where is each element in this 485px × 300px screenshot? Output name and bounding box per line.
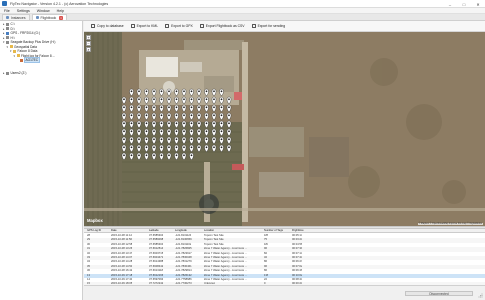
tree-item-label: Flight log for Falcon 8 ... (21, 53, 56, 58)
flightbook-icon (35, 16, 39, 19)
tree-item-label: GPS - FRP2014 (G:) (10, 31, 40, 35)
tree-item[interactable]: AG17EC (17, 57, 41, 63)
status-bar: Disconnected (84, 285, 485, 300)
tree-item[interactable]: ▸ H:\ (3, 36, 15, 40)
mapbox-logo: Mapbox (87, 218, 103, 223)
column-header[interactable]: Flighttime (292, 229, 304, 233)
tree-item-label: H:\ (10, 35, 15, 40)
copy-to-database-label: Copy to database (97, 24, 124, 28)
tree-item[interactable]: ▾ Seagate Backup Plus Drive (H:) (3, 40, 56, 44)
tree-item-label: D:\ (10, 26, 15, 31)
tree-item[interactable]: ▾ Flight log for Falcon 8 ... (14, 54, 56, 58)
maximize-button[interactable]: □ (457, 0, 471, 8)
tree-item-label: Falcon 8 Data (17, 49, 38, 53)
tree-item[interactable]: ▸ GPS - FRP2014 (G:) (3, 31, 40, 35)
window-controls: – □ ✕ (443, 0, 485, 8)
log-icon (20, 58, 23, 62)
gpx-export-icon (165, 24, 170, 28)
export-gpx-button[interactable]: Export to GPX (165, 24, 193, 28)
table-header: GPS Log ID Date Latitude Longitude Location N… (84, 229, 485, 234)
flightbook-table: GPS Log ID Date Latitude Longitude Location N… (84, 229, 485, 285)
map-search-icon[interactable]: ⌕ (86, 47, 91, 52)
tree-item[interactable]: ▸ D:\ (3, 27, 15, 31)
tree-item-label: C:\ (10, 22, 15, 26)
menu-settings[interactable]: Settings (17, 9, 30, 13)
export-csv-label: Export Flightbook as CSV (205, 24, 245, 28)
drive-icon (6, 40, 9, 44)
map-view[interactable]: + − ⌕ Mapbox © Mapbox © OpenStreetMap Im… (84, 32, 485, 226)
drive-icon (6, 27, 9, 30)
tab-flightbook-label: Flightbook (40, 15, 57, 20)
drive-icon (6, 36, 9, 39)
export-csv-button[interactable]: Export Flightbook as CSV (199, 24, 245, 28)
folder-icon (9, 45, 13, 48)
device-icon (6, 31, 9, 35)
close-button[interactable]: ✕ (471, 0, 485, 8)
export-kml-label: Export to KML (136, 24, 159, 28)
tab-bar: Instances Flightbook × (0, 14, 485, 21)
main-panel: Copy to database Export to KML Export to… (84, 21, 485, 300)
column-header[interactable]: Number of Tags (264, 229, 283, 233)
tree-item[interactable]: ▸ C:\ (3, 22, 15, 26)
database-icon (91, 24, 95, 28)
column-header[interactable]: Location (204, 229, 214, 233)
menu-help[interactable]: Help (57, 9, 64, 13)
tree-item-label: AG17EC (23, 57, 41, 63)
file-tree: ▸ C:\ ▸ D:\ ▸ GPS - FRP2014 (G:) ▸ H:\ ▾ Seagate … (0, 21, 83, 300)
tree-item-label: Seagate Backup Plus Drive (H:) (10, 40, 56, 44)
close-tab-icon[interactable]: × (59, 15, 64, 20)
column-header[interactable]: Latitude (149, 229, 159, 233)
app-logo-icon (2, 1, 7, 6)
export-for-sending-button[interactable]: Export for sending (251, 24, 286, 28)
export-for-sending-label: Export for sending (257, 24, 286, 28)
column-header[interactable]: Longitude (175, 229, 187, 233)
resize-grip-icon[interactable] (478, 293, 483, 298)
map-attribution[interactable]: © Mapbox © OpenStreetMap Improve this ma… (417, 223, 483, 225)
instances-icon (6, 16, 9, 19)
tab-flightbook[interactable]: Flightbook × (31, 14, 68, 20)
tree-item-label: Geospatial Data (14, 44, 37, 49)
tab-instances-label: Instances (11, 15, 26, 20)
menu-file[interactable]: File (4, 9, 10, 13)
title-bar: FlyTec Navigator - Version 4.2.1 - (c) A… (0, 0, 485, 8)
toolbar: Copy to database Export to KML Export to… (84, 21, 485, 32)
tree-item[interactable]: ▾ Falcon 8 Data (10, 49, 37, 53)
drive-icon (6, 22, 9, 26)
kml-export-icon (130, 24, 135, 28)
tree-item[interactable]: ▸ Users2 (Z:) (3, 71, 26, 75)
drive-icon (6, 71, 9, 75)
map-controls: + − ⌕ (86, 35, 91, 53)
app-window: FlyTec Navigator - Version 4.2.1 - (c) A… (0, 0, 485, 300)
minimize-button[interactable]: – (443, 0, 457, 8)
tree-item-label: Users2 (Z:) (10, 71, 27, 75)
csv-export-icon (199, 24, 204, 28)
export-gpx-label: Export to GPX (171, 24, 193, 28)
tab-instances[interactable]: Instances (2, 14, 30, 20)
menu-window[interactable]: Window (37, 9, 50, 13)
zoom-in-button[interactable]: + (86, 35, 91, 40)
connection-status: Disconnected (405, 291, 473, 296)
tree-item[interactable]: ▾ Geospatial Data (7, 45, 37, 49)
window-title: FlyTec Navigator - Version 4.2.1 - (c) A… (10, 1, 109, 6)
send-icon (251, 24, 256, 28)
column-header[interactable]: Date (111, 229, 117, 233)
folder-icon (13, 49, 16, 53)
zoom-out-button[interactable]: − (86, 41, 91, 46)
folder-icon (16, 54, 20, 57)
column-header[interactable]: GPS Log ID (87, 229, 101, 233)
export-kml-button[interactable]: Export to KML (130, 24, 159, 28)
copy-to-database-button[interactable]: Copy to database (91, 24, 124, 28)
satellite-imagery (84, 32, 485, 226)
